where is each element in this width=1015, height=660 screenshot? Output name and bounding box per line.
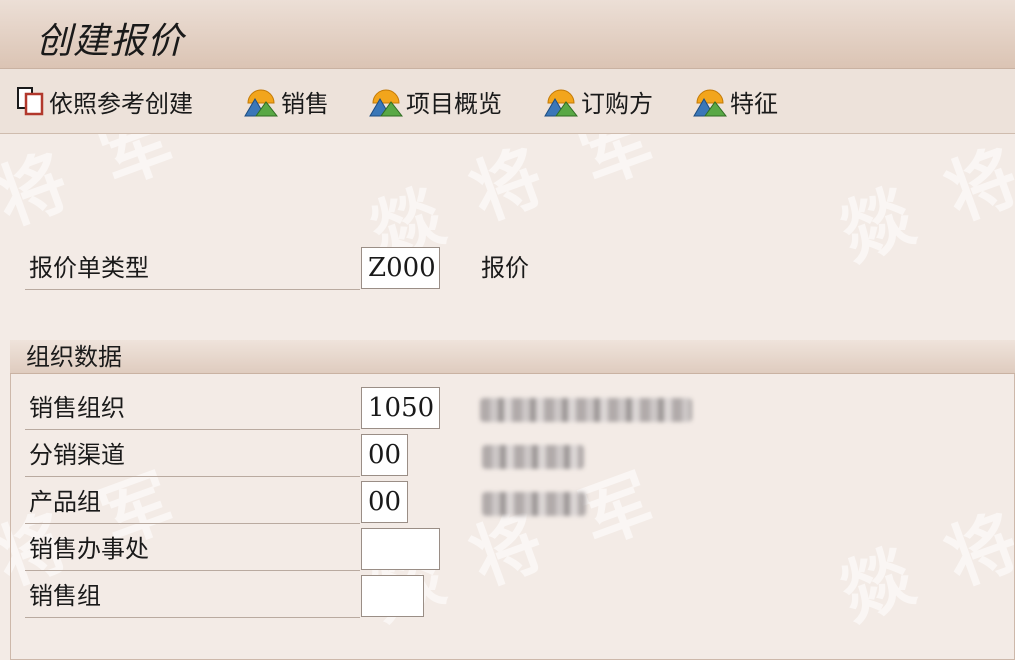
division-label: 产品组 <box>25 480 360 524</box>
title-bar: 创建报价 <box>0 0 1015 69</box>
mountain-sun-icon <box>244 89 278 117</box>
sales-label: 销售 <box>281 89 329 118</box>
watermark: 燚 <box>829 174 924 277</box>
sales-office-label: 销售办事处 <box>25 527 360 571</box>
watermark: 将 <box>459 134 554 237</box>
org-data-title: 组织数据 <box>10 340 1015 374</box>
item-overview-label: 项目概览 <box>406 89 502 118</box>
page-title: 创建报价 <box>36 21 185 62</box>
sold-to-party-button[interactable]: 订购方 <box>544 84 653 118</box>
characteristics-button[interactable]: 特征 <box>693 84 778 118</box>
dist-channel-label: 分销渠道 <box>25 433 360 477</box>
quote-type-field[interactable]: Z000 <box>361 247 440 289</box>
characteristics-label: 特征 <box>730 89 778 118</box>
sales-group-label: 销售组 <box>25 574 360 618</box>
watermark: 将 <box>934 134 1015 237</box>
sales-org-field[interactable]: 1050 <box>361 387 440 429</box>
dist-channel-description-redacted <box>482 445 584 469</box>
create-with-reference-button[interactable]: 依照参考创建 <box>16 84 193 118</box>
application-toolbar: 依照参考创建 销售 项目概览 订购方 特征 <box>0 69 1015 134</box>
mountain-sun-icon <box>544 89 578 117</box>
sales-org-description-redacted <box>480 398 692 422</box>
quote-type-label: 报价单类型 <box>25 246 360 290</box>
sold-to-party-label: 订购方 <box>581 89 653 118</box>
sales-button[interactable]: 销售 <box>244 84 329 118</box>
mountain-sun-icon <box>369 89 403 117</box>
division-field[interactable]: 00 <box>361 481 408 523</box>
create-with-reference-label: 依照参考创建 <box>49 89 193 118</box>
quote-type-description: 报价 <box>481 254 529 282</box>
sales-group-field[interactable] <box>361 575 424 617</box>
watermark: 将 <box>0 139 79 242</box>
mountain-sun-icon <box>693 89 727 117</box>
dist-channel-field[interactable]: 00 <box>361 434 408 476</box>
division-description-redacted <box>482 492 586 516</box>
create-with-reference-icon <box>17 87 44 116</box>
item-overview-button[interactable]: 项目概览 <box>369 84 502 118</box>
sales-office-field[interactable] <box>361 528 440 570</box>
sales-org-label: 销售组织 <box>25 386 360 430</box>
